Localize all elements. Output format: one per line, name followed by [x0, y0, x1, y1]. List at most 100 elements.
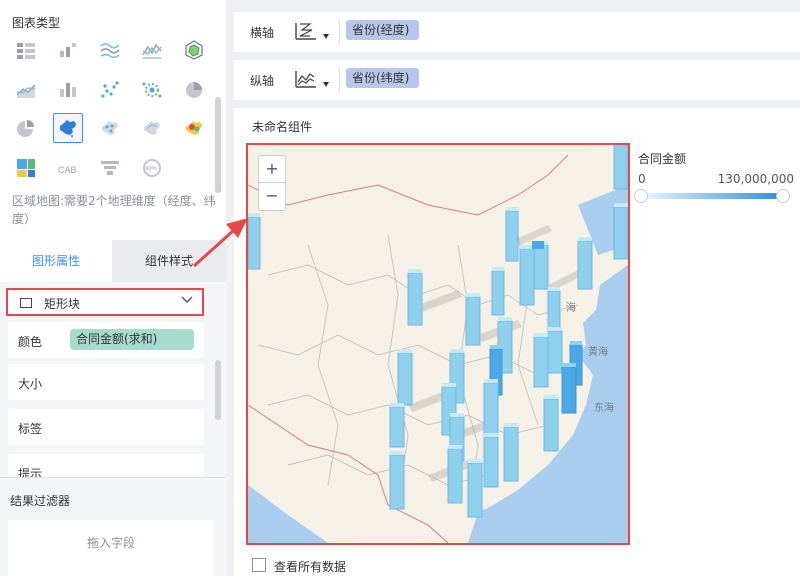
legend-max: 130,000,000	[717, 172, 794, 186]
chevron-down-icon	[181, 296, 193, 303]
map-bar[interactable]	[483, 433, 499, 488]
map-bar[interactable]	[519, 245, 535, 306]
x-axis-type-icon[interactable]	[294, 20, 318, 42]
map-bar[interactable]	[532, 241, 544, 249]
legend-min-handle[interactable]	[634, 189, 648, 203]
map-bar[interactable]	[407, 269, 423, 326]
chart-type-title: 图表类型	[12, 16, 61, 30]
map-bar[interactable]	[561, 363, 577, 414]
tab-component-style[interactable]: 组件样式	[112, 240, 226, 282]
color-legend: 合同金额 0 130,000,000	[634, 150, 796, 210]
rectangle-icon	[20, 298, 32, 308]
funnel-icon[interactable]	[95, 153, 125, 183]
area-icon[interactable]	[11, 75, 41, 105]
stacked-bar-icon[interactable]	[53, 35, 83, 65]
region-map-description: 区域地图:需要2个地理维度（经度、纬度）	[12, 194, 216, 226]
color-field-pill[interactable]: 合同金额(求和)	[70, 329, 194, 350]
result-filter-section: 结果过滤器 拖入字段	[0, 477, 226, 576]
map-bar[interactable]	[505, 207, 519, 262]
legend-gradient-bar	[642, 193, 782, 199]
map-bar[interactable]	[465, 293, 481, 346]
x-axis-caret-icon[interactable]	[323, 34, 329, 39]
map-bar[interactable]	[447, 445, 463, 504]
map-bar[interactable]	[389, 403, 405, 448]
x-axis-label: 横轴	[250, 26, 275, 40]
scrollbar-thumb[interactable]	[215, 97, 221, 193]
heat-map-icon[interactable]	[179, 113, 209, 143]
grouped-table-icon[interactable]	[11, 35, 41, 65]
widget-canvas: 未命名组件 海 黄海 东海 + − 合同金额 0 130,000,000 查看所…	[234, 108, 800, 576]
chart-type-scrollbar[interactable]	[214, 45, 222, 205]
region-map[interactable]: 海 黄海 东海 + −	[246, 143, 630, 545]
size-property-row[interactable]: 大小	[8, 364, 204, 400]
bubble-ring-icon[interactable]	[137, 75, 167, 105]
map-bar[interactable]	[613, 203, 628, 260]
map-bar[interactable]	[577, 237, 593, 290]
scrollbar-thumb[interactable]	[215, 360, 221, 420]
map-bar[interactable]	[547, 327, 563, 374]
tab-shape-properties[interactable]: 图形属性	[0, 240, 112, 282]
tooltip-property-row[interactable]: 提示	[8, 454, 204, 477]
y-axis-label: 纵轴	[250, 74, 275, 88]
color-property-row[interactable]: 颜色 合同金额(求和)	[8, 322, 204, 358]
x-axis-field-pill[interactable]: 省份(经度)	[346, 20, 420, 40]
tooltip-label: 提示	[18, 467, 43, 477]
sea-area-west	[248, 485, 328, 543]
treemap-icon[interactable]	[11, 153, 41, 183]
zoom-control: + −	[258, 155, 286, 211]
word-cloud-text: CAB	[58, 165, 77, 175]
pie-exploded-icon[interactable]	[11, 113, 41, 143]
map-svg[interactable]: 海 黄海 东海	[248, 145, 628, 543]
map-bar[interactable]	[503, 423, 519, 482]
map-bar[interactable]	[483, 379, 499, 436]
show-all-data-checkbox[interactable]	[252, 558, 266, 572]
y-axis-bar: 纵轴 省份(纬度)	[234, 60, 800, 100]
flow-map-icon[interactable]	[137, 113, 167, 143]
filter-drop-zone[interactable]: 拖入字段	[8, 520, 214, 576]
y-axis-field-pill[interactable]: 省份(纬度)	[346, 68, 420, 88]
y-axis-type-icon[interactable]	[294, 68, 318, 90]
sea-label-east: 东海	[594, 401, 614, 414]
word-cloud-icon[interactable]: CAB	[53, 153, 83, 183]
result-filter-title: 结果过滤器	[10, 494, 71, 508]
shape-properties-panel: 矩形块 颜色 合同金额(求和) 大小 标签 提示	[0, 282, 226, 477]
left-panel: 图表类型 CAB 60% 区域地图:需要2个地理维度（经度、纬度） 图形属性 组…	[0, 0, 226, 576]
map-bar[interactable]	[467, 459, 483, 518]
label-property-row[interactable]: 标签	[8, 409, 204, 445]
legend-title: 合同金额	[638, 152, 687, 166]
point-map-icon[interactable]	[95, 113, 125, 143]
sea-label-yellow: 黄海	[588, 345, 608, 358]
properties-scrollbar[interactable]	[214, 290, 222, 430]
line-series-icon[interactable]	[137, 35, 167, 65]
drop-zone-hint: 拖入字段	[86, 536, 135, 550]
map-bar[interactable]	[491, 267, 505, 316]
zoom-in-button[interactable]: +	[259, 156, 285, 183]
map-bar[interactable]	[547, 287, 561, 332]
map-bar[interactable]	[397, 349, 413, 406]
scatter-icon[interactable]	[95, 75, 125, 105]
map-bar[interactable]	[533, 333, 549, 388]
right-panel: 横轴 省份(经度) 纵轴 省份(纬度) 未命名组件 海 黄海 东海 + − 合同…	[226, 0, 800, 576]
legend-max-handle[interactable]	[776, 189, 790, 203]
gauge-text: 60%	[146, 166, 157, 172]
widget-title[interactable]: 未命名组件	[252, 118, 312, 135]
map-bar[interactable]	[613, 145, 628, 190]
legend-min: 0	[638, 172, 646, 186]
map-bar[interactable]	[389, 451, 405, 510]
gauge-icon[interactable]: 60%	[137, 153, 167, 183]
range-bar-icon[interactable]	[53, 75, 83, 105]
map-bar[interactable]	[543, 395, 559, 452]
y-axis-caret-icon[interactable]	[323, 82, 329, 87]
x-axis-bar: 横轴 省份(经度)	[234, 12, 800, 52]
sea-label-partial: 海	[566, 301, 576, 314]
radar-icon[interactable]	[179, 35, 209, 65]
axis-separator	[339, 66, 340, 94]
zoom-out-button[interactable]: −	[259, 183, 285, 210]
pie-icon[interactable]	[179, 75, 209, 105]
chart-type-section: 图表类型 CAB 60% 区域地图:需要2个地理维度（经度、纬度）	[0, 0, 226, 240]
region-map-icon[interactable]	[53, 113, 83, 143]
multi-line-icon[interactable]	[95, 35, 125, 65]
shape-type-select[interactable]: 矩形块	[6, 288, 204, 316]
size-label: 大小	[18, 377, 43, 391]
map-bar[interactable]	[248, 213, 261, 270]
